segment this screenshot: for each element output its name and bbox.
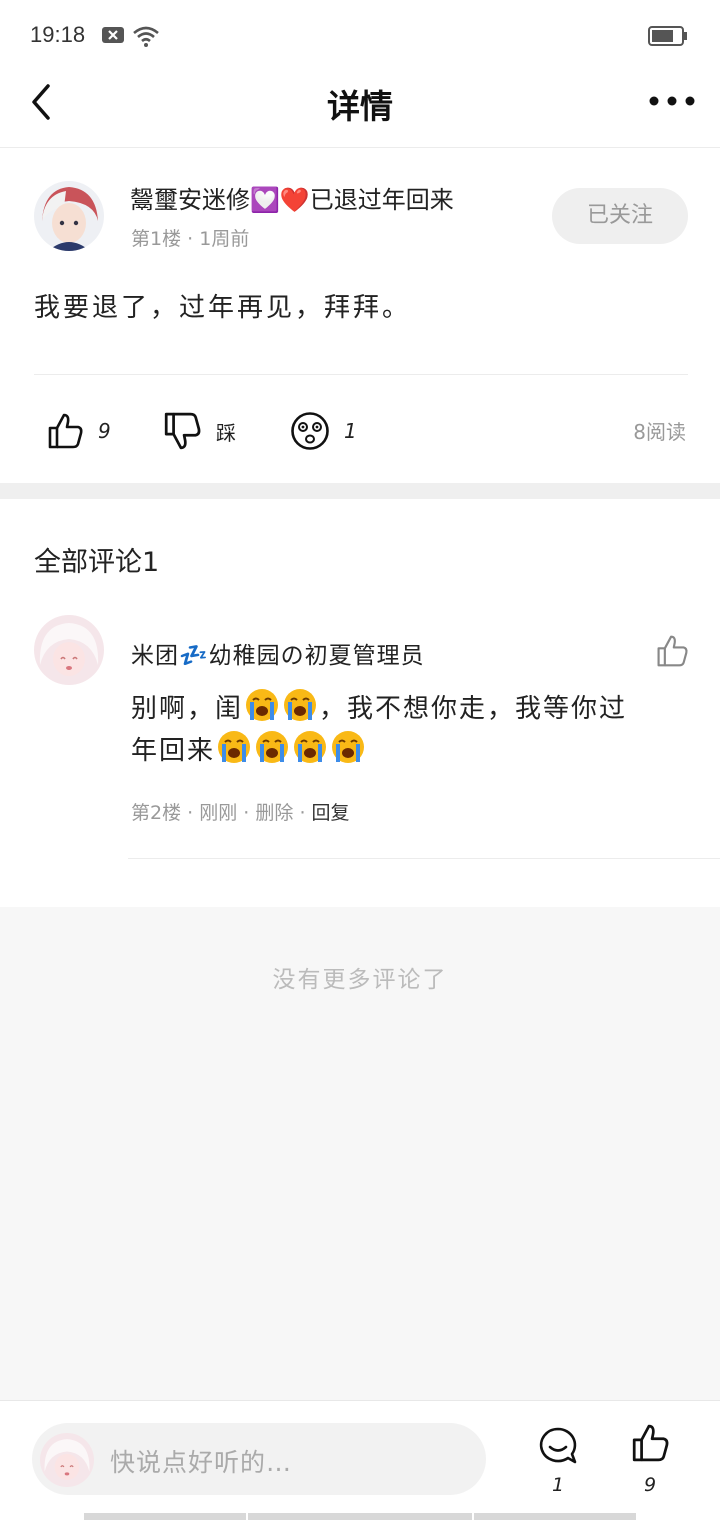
comment-divider [128,858,720,859]
crying-face-icon [284,689,317,721]
nav-indicator [248,1513,472,1520]
comment-text-part3: 年回来 [131,736,216,766]
comment-input-placeholder: 快说点好听的… [110,1448,293,1477]
dislike-label: 踩 [216,420,236,445]
like-button[interactable]: 9 [46,408,111,454]
dizzy-face-icon [291,412,329,450]
follow-button[interactable]: 已关注 [552,188,688,244]
post-meta: 第1楼 · 1周前 [131,224,249,251]
author-avatar[interactable] [34,181,104,251]
header-divider [0,147,720,148]
bottom-like-icon[interactable] [630,1423,670,1463]
comment-time: 刚刚 [199,802,238,824]
meta-separator: · [187,802,194,824]
more-options-icon[interactable] [648,84,696,118]
wifi-icon [133,26,159,47]
comment-floor: 第2楼 [131,802,182,824]
my-avatar [40,1433,94,1487]
post-time: 1周前 [199,228,250,250]
floor-label: 第1楼 [131,228,182,250]
comment-meta: 第2楼 · 刚刚 · 删除 · 回复 [131,798,350,825]
nav-indicator [84,1513,246,1520]
post-divider [34,374,688,375]
crying-face-icon [218,731,251,763]
comment-text-part2: ，我不想你走，我等你过 [319,694,628,724]
notification-x-icon [102,27,124,43]
thumbs-down-icon [164,412,201,450]
reply-button[interactable]: 回复 [312,802,350,824]
crying-face-icon [256,731,289,763]
like-count: 9 [98,419,111,443]
comment-text-part1: 别啊，闺 [131,694,244,724]
commenter-name[interactable]: 米团💤幼稚园の初夏管理员 [131,636,425,670]
crying-face-icon [246,689,279,721]
dislike-button[interactable]: 踩 [162,408,236,454]
page-title: 详情 [327,87,393,126]
no-more-comments: 没有更多评论了 [272,967,448,993]
commenter-avatar[interactable] [34,615,104,685]
comments-title: 全部评论1 [34,547,160,578]
nav-indicator [474,1513,636,1520]
thumbs-up-icon [48,413,83,449]
crying-face-icon [294,731,327,763]
crying-face-icon [332,731,365,763]
comment-bubble-icon[interactable] [538,1426,578,1466]
meta-separator: · [187,228,200,250]
comment-count: 1 [551,1474,565,1496]
section-divider [0,483,720,499]
comment-like-icon[interactable] [655,634,689,668]
status-time: 19:18 [30,22,86,47]
comment-text: 别啊，闺 ，我不想你走，我等你过 年回来 [131,688,691,772]
bottom-like-count: 9 [643,1474,657,1496]
reaction-count: 1 [344,419,357,443]
post-content: 我要退了，过年再见，拜拜。 [34,293,412,323]
author-name[interactable]: 鬶璽安迷修💟❤️已退过年回来 [130,180,454,215]
reaction-button[interactable]: 1 [290,408,357,454]
delete-comment-button[interactable]: 删除 [255,802,293,824]
read-count: 8阅读 [633,420,686,444]
battery-icon [648,26,687,46]
meta-separator: · [299,802,306,824]
meta-separator: · [243,802,250,824]
